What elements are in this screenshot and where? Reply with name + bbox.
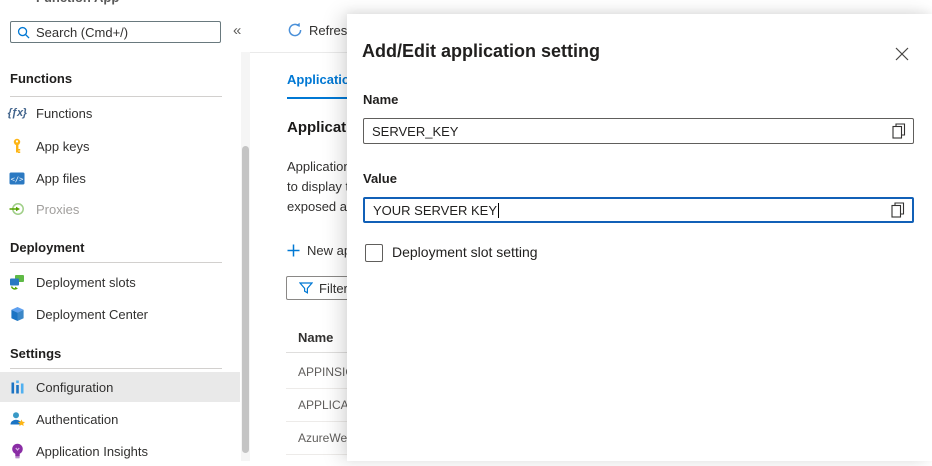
section-header-settings: Settings bbox=[10, 346, 61, 361]
sidebar-item-proxies[interactable]: Proxies bbox=[0, 194, 240, 224]
deployment-slots-icon bbox=[8, 274, 26, 290]
sidebar-item-functions[interactable]: {ƒx} Functions bbox=[0, 98, 240, 128]
divider bbox=[10, 96, 222, 97]
section-header-functions: Functions bbox=[10, 71, 72, 86]
copy-icon[interactable] bbox=[888, 201, 906, 219]
name-field-label: Name bbox=[363, 92, 398, 107]
refresh-icon bbox=[287, 22, 303, 38]
search-placeholder: Search (Cmd+/) bbox=[36, 25, 128, 40]
value-field-label: Value bbox=[363, 171, 397, 186]
sidebar-item-label: Functions bbox=[36, 106, 92, 121]
sidebar-item-label: Proxies bbox=[36, 202, 79, 217]
search-icon bbox=[17, 26, 30, 39]
sidebar-item-label: Application Insights bbox=[36, 444, 148, 459]
plus-icon bbox=[287, 244, 300, 257]
name-field[interactable]: SERVER_KEY bbox=[363, 118, 914, 144]
authentication-icon bbox=[8, 411, 26, 427]
sidebar-item-deployment-center[interactable]: Deployment Center bbox=[0, 299, 240, 329]
filter-icon bbox=[299, 282, 313, 295]
add-edit-application-setting-panel: Add/Edit application setting Name SERVER… bbox=[347, 14, 932, 461]
sidebar-item-app-keys[interactable]: App keys bbox=[0, 131, 240, 161]
collapse-sidebar-button[interactable]: « bbox=[233, 22, 241, 39]
column-header-name: Name bbox=[298, 330, 333, 345]
sidebar-item-configuration[interactable]: Configuration bbox=[0, 372, 240, 402]
value-field[interactable]: YOUR SERVER KEY bbox=[363, 197, 914, 223]
scrollbar-thumb[interactable] bbox=[242, 146, 249, 453]
divider bbox=[10, 368, 222, 369]
app-title: Function App bbox=[36, 0, 119, 5]
key-icon bbox=[8, 138, 26, 154]
svg-text:</>: </> bbox=[11, 175, 24, 183]
close-icon[interactable] bbox=[893, 45, 911, 63]
refresh-button[interactable]: Refresh bbox=[287, 22, 355, 38]
sidebar-item-application-insights[interactable]: Application Insights bbox=[0, 436, 240, 466]
sidebar-item-label: App files bbox=[36, 171, 86, 186]
deployment-slot-setting-label: Deployment slot setting bbox=[392, 244, 538, 260]
sidebar-item-deployment-slots[interactable]: Deployment slots bbox=[0, 267, 240, 297]
app-insights-icon bbox=[8, 443, 26, 459]
panel-title: Add/Edit application setting bbox=[362, 41, 600, 62]
functions-icon: {ƒx} bbox=[8, 105, 26, 121]
sidebar-item-label: Deployment Center bbox=[36, 307, 148, 322]
deployment-center-icon bbox=[8, 306, 26, 322]
sidebar-item-label: Configuration bbox=[36, 380, 113, 395]
sidebar-item-label: Authentication bbox=[36, 412, 118, 427]
deployment-slot-setting-checkbox[interactable] bbox=[365, 244, 383, 262]
name-field-value: SERVER_KEY bbox=[372, 124, 458, 139]
divider bbox=[10, 262, 222, 263]
copy-icon[interactable] bbox=[889, 122, 907, 140]
sidebar-item-label: App keys bbox=[36, 139, 89, 154]
proxies-icon bbox=[8, 201, 26, 217]
scrollbar-track[interactable] bbox=[241, 52, 250, 461]
configuration-icon bbox=[8, 379, 26, 395]
text-cursor bbox=[498, 203, 499, 218]
sidebar-item-authentication[interactable]: Authentication bbox=[0, 404, 240, 434]
sidebar: Function App Search (Cmd+/) « Functions … bbox=[0, 0, 250, 461]
section-header-deployment: Deployment bbox=[10, 240, 84, 255]
sidebar-item-app-files[interactable]: </> App files bbox=[0, 163, 240, 193]
code-file-icon: </> bbox=[8, 170, 26, 186]
search-input[interactable]: Search (Cmd+/) bbox=[10, 21, 221, 43]
sidebar-item-label: Deployment slots bbox=[36, 275, 136, 290]
value-field-value: YOUR SERVER KEY bbox=[373, 203, 497, 218]
